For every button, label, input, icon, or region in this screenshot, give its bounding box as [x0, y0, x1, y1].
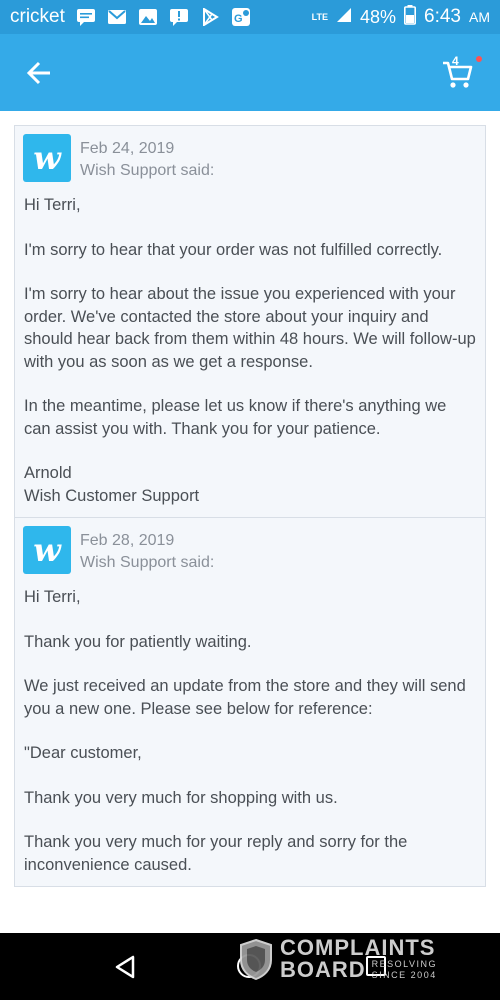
alert-icon — [168, 7, 190, 27]
cart-notification-dot — [476, 56, 482, 62]
clock-time: 6:43 — [424, 6, 461, 27]
message-paragraph: Thank you very much for your reply and s… — [24, 833, 408, 874]
complaints-board-watermark: COMPLAINTS BOARD RESOLVING SINCE 2004 — [238, 937, 437, 981]
cart-count-badge: 4 — [452, 54, 459, 68]
message-paragraph: Thank you for patiently waiting. — [24, 632, 252, 651]
message-paragraph: "Dear customer, — [24, 744, 142, 762]
gmail-icon — [106, 7, 128, 27]
network-type: LTE — [311, 11, 328, 22]
status-bar: cricket G LTE 48% 6:43 AM — [0, 0, 500, 34]
message-body: Hi Terri, Thank you for patiently waitin… — [23, 586, 477, 876]
message-paragraph: I'm sorry to hear that your order was no… — [24, 240, 443, 259]
watermark-tagline1: RESOLVING — [371, 959, 438, 969]
notification-icons: G — [75, 7, 252, 27]
message-body: Hi Terri, I'm sorry to hear that your or… — [23, 194, 477, 507]
gallery-icon — [137, 7, 159, 27]
message-card: w Feb 28, 2019 Wish Support said: Hi Ter… — [14, 518, 486, 887]
clock-ampm: AM — [469, 9, 490, 25]
message-paragraph: In the meantime, please let us know if t… — [24, 397, 447, 438]
message-card: w Feb 24, 2019 Wish Support said: Hi Ter… — [14, 125, 486, 518]
shield-logo-icon — [240, 938, 272, 980]
message-paragraph: Thank you very much for shopping with us… — [24, 788, 338, 807]
maps-icon: G — [230, 7, 252, 27]
message-header: w Feb 24, 2019 Wish Support said: — [23, 134, 477, 182]
message-paragraph: We just received an update from the stor… — [24, 677, 466, 718]
wish-logo-icon: w — [23, 526, 71, 574]
svg-text:G: G — [234, 13, 243, 25]
arrow-back-icon — [26, 61, 50, 85]
play-store-icon — [199, 7, 221, 27]
message-signature: Arnold Wish Customer Support — [24, 464, 200, 505]
triangle-back-icon — [115, 955, 135, 979]
app-bar: 4 — [0, 34, 500, 111]
message-author: Wish Support said: — [80, 554, 215, 571]
watermark-tagline2: SINCE 2004 — [371, 970, 437, 980]
carrier-name: cricket — [10, 6, 65, 27]
nav-back-button[interactable] — [114, 955, 136, 984]
message-list: w Feb 24, 2019 Wish Support said: Hi Ter… — [14, 125, 486, 887]
cart-button[interactable]: 4 — [442, 54, 482, 90]
back-button[interactable] — [22, 56, 56, 90]
message-paragraph: Hi Terri, — [24, 196, 81, 214]
signal-icon — [336, 7, 352, 28]
message-paragraph: Hi Terri, — [24, 588, 81, 606]
battery-percent: 48% — [359, 6, 397, 27]
message-header: w Feb 28, 2019 Wish Support said: — [23, 526, 477, 574]
message-date: Feb 28, 2019 — [80, 532, 175, 549]
watermark-line1: COMPLAINTS — [280, 935, 436, 960]
battery-icon — [404, 4, 417, 30]
message-thread-view[interactable]: w Feb 24, 2019 Wish Support said: Hi Ter… — [0, 111, 500, 933]
wish-logo-icon: w — [23, 134, 71, 182]
message-icon — [75, 7, 97, 27]
message-paragraph: I'm sorry to hear about the issue you ex… — [24, 285, 476, 371]
watermark-line2: BOARD — [280, 957, 366, 982]
message-date: Feb 24, 2019 — [80, 140, 175, 157]
message-author: Wish Support said: — [80, 162, 215, 179]
